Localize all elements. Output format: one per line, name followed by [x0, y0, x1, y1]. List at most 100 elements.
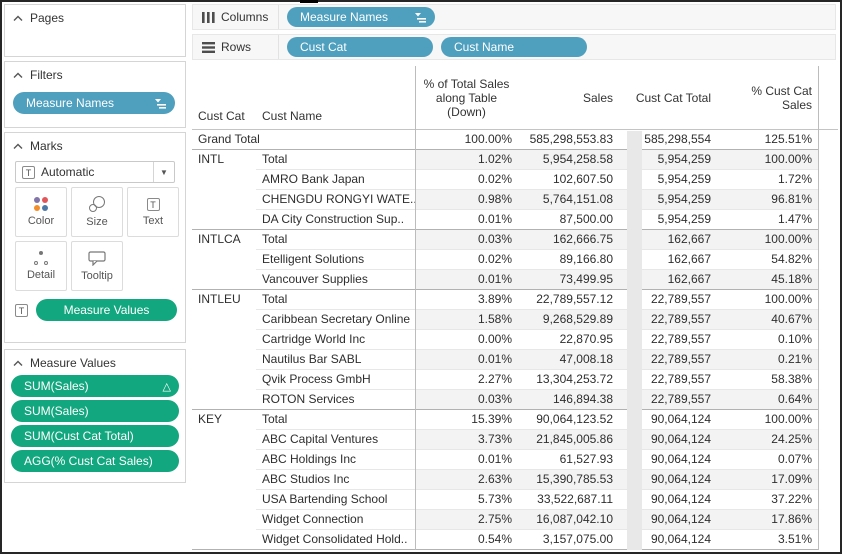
pct-cust-cat-sales-cell[interactable]: 100.00% — [717, 410, 818, 430]
pct-cust-cat-sales-column-header[interactable]: % Cust Cat Sales — [717, 66, 818, 129]
sales-cell[interactable]: 87,500.00 — [518, 210, 619, 230]
sales-cell[interactable]: 15,390,785.53 — [518, 470, 619, 490]
cust-cat-cell[interactable] — [192, 210, 256, 230]
sales-cell[interactable]: 5,954,258.58 — [518, 150, 619, 170]
pct-cust-cat-sales-cell[interactable]: 0.10% — [717, 330, 818, 350]
cust-cat-cell[interactable] — [192, 450, 256, 470]
pct-cust-cat-sales-cell[interactable]: 100.00% — [717, 230, 818, 250]
cust-cat-cell[interactable] — [192, 330, 256, 350]
cust-name-cell[interactable]: Total — [256, 410, 415, 430]
sales-cell[interactable]: 5,764,151.08 — [518, 190, 619, 210]
pct-total-sales-cell[interactable]: 3.73% — [415, 430, 518, 450]
cust-cat-cell[interactable] — [192, 250, 256, 270]
cust-name-cell[interactable]: ABC Capital Ventures — [256, 430, 415, 450]
pct-cust-cat-sales-cell[interactable]: 100.00% — [717, 150, 818, 170]
sales-cell[interactable]: 61,527.93 — [518, 450, 619, 470]
cust-name-cell[interactable]: ABC Studios Inc — [256, 470, 415, 490]
pct-total-sales-cell[interactable]: 0.01% — [415, 450, 518, 470]
pct-cust-cat-sales-cell[interactable]: 100.00% — [717, 290, 818, 310]
sales-cell[interactable]: 33,522,687.11 — [518, 490, 619, 510]
pct-cust-cat-sales-cell[interactable]: 24.25% — [717, 430, 818, 450]
cust-name-cell[interactable]: Cartridge World Inc — [256, 330, 415, 350]
pct-total-sales-cell[interactable]: 1.02% — [415, 150, 518, 170]
mark-type-dropdown[interactable]: T Automatic ▼ — [15, 161, 175, 183]
pct-cust-cat-sales-cell[interactable]: 58.38% — [717, 370, 818, 390]
cust-cat-cell[interactable] — [192, 430, 256, 450]
cust-cat-cell[interactable] — [192, 490, 256, 510]
collapse-chevron-icon[interactable] — [13, 15, 23, 22]
cust-cat-cell[interactable] — [192, 190, 256, 210]
pct-total-sales-cell[interactable]: 0.03% — [415, 230, 518, 250]
cust-cat-cell[interactable] — [192, 270, 256, 290]
tooltip-button[interactable]: Tooltip — [71, 241, 123, 291]
pct-total-sales-cell[interactable]: 1.58% — [415, 310, 518, 330]
collapse-chevron-icon[interactable] — [13, 72, 23, 79]
pct-total-sales-cell[interactable]: 0.01% — [415, 350, 518, 370]
cust-cat-cell[interactable]: INTLEU — [192, 290, 256, 310]
cust-name-column-header[interactable]: Cust Name — [256, 66, 415, 129]
pct-total-sales-cell[interactable]: 0.00% — [415, 330, 518, 350]
cust-name-cell[interactable]: Total — [256, 150, 415, 170]
cust-name-cell[interactable]: ABC Holdings Inc — [256, 450, 415, 470]
sales-column-header[interactable]: Sales — [518, 66, 619, 129]
cust-cat-cell[interactable]: KEY — [192, 410, 256, 430]
pct-total-sales-cell[interactable]: 0.01% — [415, 210, 518, 230]
filter-pill-measure-names[interactable]: Measure Names — [13, 92, 175, 114]
cust-cat-cell[interactable]: INTLCA — [192, 230, 256, 250]
cust-name-cell[interactable]: ROTON Services — [256, 390, 415, 410]
cust-name-cell[interactable]: Total — [256, 290, 415, 310]
collapse-chevron-icon[interactable] — [13, 143, 23, 150]
sales-cell[interactable]: 47,008.18 — [518, 350, 619, 370]
cust-name-cell[interactable]: Qvik Process GmbH — [256, 370, 415, 390]
sales-cell[interactable]: 73,499.95 — [518, 270, 619, 290]
pct-cust-cat-sales-cell[interactable]: 1.47% — [717, 210, 818, 230]
sales-cell[interactable]: 13,304,253.72 — [518, 370, 619, 390]
cust-name-cell[interactable]: Vancouver Supplies — [256, 270, 415, 290]
sales-cell[interactable]: 585,298,553.83 — [518, 130, 619, 150]
cust-cat-cell[interactable] — [192, 390, 256, 410]
cust-name-cell[interactable]: Etelligent Solutions — [256, 250, 415, 270]
pct-total-sales-cell[interactable]: 0.01% — [415, 270, 518, 290]
dropdown-arrow-icon[interactable]: ▼ — [153, 162, 174, 182]
cust-cat-cell[interactable] — [192, 530, 256, 550]
columns-pill-measure-names[interactable]: Measure Names — [287, 7, 435, 27]
rows-pill-cust-name[interactable]: Cust Name — [441, 37, 587, 57]
pct-total-sales-cell[interactable]: 2.75% — [415, 510, 518, 530]
sales-cell[interactable]: 9,268,529.89 — [518, 310, 619, 330]
text-button[interactable]: T Text — [127, 187, 179, 237]
sales-cell[interactable]: 89,166.80 — [518, 250, 619, 270]
cust-cat-cell[interactable] — [192, 510, 256, 530]
sales-cell[interactable]: 90,064,123.52 — [518, 410, 619, 430]
cust-cat-cell[interactable] — [192, 350, 256, 370]
pct-total-sales-cell[interactable]: 15.39% — [415, 410, 518, 430]
pct-total-sales-cell[interactable]: 0.02% — [415, 250, 518, 270]
sort-list-icon[interactable] — [414, 12, 427, 23]
sales-cell[interactable]: 146,894.38 — [518, 390, 619, 410]
vertical-scrollbar[interactable] — [627, 131, 642, 550]
measure-pill-sum-sales-2[interactable]: SUM(Sales) — [11, 400, 179, 422]
sales-cell[interactable]: 162,666.75 — [518, 230, 619, 250]
pct-cust-cat-sales-cell[interactable]: 3.51% — [717, 530, 818, 550]
sales-cell[interactable]: 102,607.50 — [518, 170, 619, 190]
cust-cat-cell[interactable] — [192, 370, 256, 390]
cust-cat-cell[interactable]: INTL — [192, 150, 256, 170]
pct-total-sales-cell[interactable]: 0.02% — [415, 170, 518, 190]
pct-cust-cat-sales-cell[interactable]: 17.86% — [717, 510, 818, 530]
pct-cust-cat-sales-cell[interactable]: 17.09% — [717, 470, 818, 490]
pct-total-sales-cell[interactable]: 100.00% — [415, 130, 518, 150]
pct-cust-cat-sales-cell[interactable]: 40.67% — [717, 310, 818, 330]
cust-cat-cell[interactable] — [192, 170, 256, 190]
pct-cust-cat-sales-cell[interactable]: 45.18% — [717, 270, 818, 290]
sales-cell[interactable]: 21,845,005.86 — [518, 430, 619, 450]
measure-pill-sum-cust-cat-total[interactable]: SUM(Cust Cat Total) — [11, 425, 179, 447]
cust-name-cell[interactable]: Widget Consolidated Hold.. — [256, 530, 415, 550]
pct-total-sales-column-header[interactable]: % of Total Sales along Table (Down) — [415, 66, 518, 129]
cust-name-cell[interactable]: DA City Construction Sup.. — [256, 210, 415, 230]
size-button[interactable]: Size — [71, 187, 123, 237]
pct-cust-cat-sales-cell[interactable]: 54.82% — [717, 250, 818, 270]
pct-total-sales-cell[interactable]: 5.73% — [415, 490, 518, 510]
sales-cell[interactable]: 22,789,557.12 — [518, 290, 619, 310]
cust-cat-cell[interactable]: Grand Total — [192, 130, 415, 150]
cust-cat-total-column-header[interactable]: Cust Cat Total — [619, 66, 717, 129]
cust-name-cell[interactable]: Total — [256, 230, 415, 250]
